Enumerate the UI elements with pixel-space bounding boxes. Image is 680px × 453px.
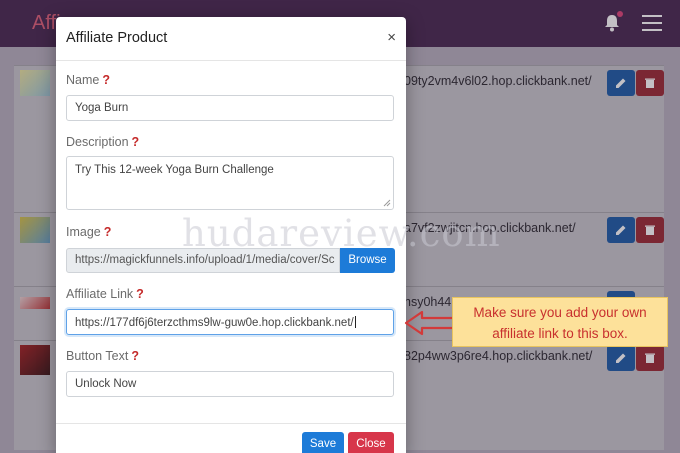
help-icon[interactable]: ? bbox=[131, 349, 139, 363]
help-icon[interactable]: ? bbox=[136, 287, 144, 301]
name-input[interactable]: Yoga Burn bbox=[66, 95, 394, 121]
modal-header: Affiliate Product × bbox=[56, 17, 406, 61]
description-text: Try This 12-week Yoga Burn Challenge bbox=[75, 164, 274, 176]
affiliate-link-label: Affiliate Link? bbox=[66, 287, 144, 301]
affiliate-link-value: https://177df6j6terzcthms9lw-guw0e.hop.c… bbox=[75, 317, 354, 329]
description-label: Description? bbox=[66, 135, 140, 149]
annotation-line-2: affiliate link to this box. bbox=[492, 326, 628, 341]
button-text-label: Button Text? bbox=[66, 349, 139, 363]
save-button[interactable]: Save bbox=[302, 432, 344, 453]
watermark: hudareview.com bbox=[182, 212, 501, 255]
help-icon[interactable]: ? bbox=[132, 135, 140, 149]
modal-footer-divider bbox=[56, 423, 406, 424]
close-button[interactable]: Close bbox=[348, 432, 394, 453]
annotation-callout: Make sure you add your own affiliate lin… bbox=[452, 297, 668, 347]
modal-title: Affiliate Product bbox=[66, 30, 168, 46]
affiliate-link-input[interactable]: https://177df6j6terzcthms9lw-guw0e.hop.c… bbox=[66, 309, 394, 335]
button-text-input[interactable]: Unlock Now bbox=[66, 371, 394, 397]
description-textarea[interactable]: Try This 12-week Yoga Burn Challenge bbox=[66, 156, 394, 210]
help-icon[interactable]: ? bbox=[104, 225, 112, 239]
text-caret bbox=[354, 316, 356, 328]
help-icon[interactable]: ? bbox=[102, 73, 110, 87]
annotation-line-1: Make sure you add your own bbox=[473, 305, 647, 320]
image-label: Image? bbox=[66, 225, 112, 239]
arrow-left-icon bbox=[404, 310, 457, 336]
close-icon[interactable]: × bbox=[387, 29, 396, 46]
name-label: Name? bbox=[66, 73, 110, 87]
resize-grip-icon[interactable] bbox=[383, 199, 391, 207]
